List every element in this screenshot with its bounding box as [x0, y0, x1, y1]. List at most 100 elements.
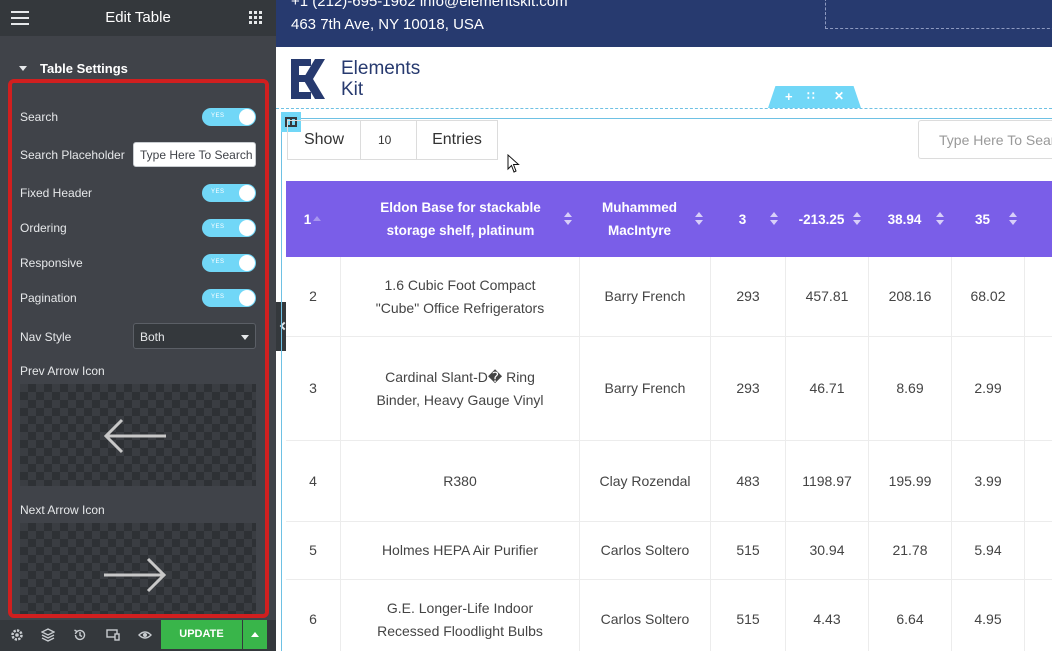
- chevron-down-icon: [241, 335, 249, 340]
- column-header[interactable]: 35: [952, 181, 1025, 257]
- table-cell: Barry French: [604, 288, 686, 304]
- sort-icon[interactable]: [936, 212, 944, 226]
- delete-section-icon[interactable]: ✕: [834, 89, 844, 103]
- table-cell: 4: [309, 472, 317, 489]
- entries-length-control: Show 10 Entries: [287, 120, 498, 160]
- column-header[interactable]: 3: [711, 181, 786, 257]
- table-cell-box: 1.6 Cubic Foot Compact "Cube" Office Ref…: [341, 257, 580, 336]
- preview-eye-icon[interactable]: [138, 628, 152, 642]
- sort-icon[interactable]: [853, 212, 861, 226]
- table-cell-box: 21.78: [869, 522, 952, 579]
- table-cell-box: G.E. Longer-Life Indoor Recessed Floodli…: [341, 580, 580, 651]
- history-icon[interactable]: [73, 628, 87, 642]
- table-cell-box: 457.81: [786, 257, 869, 336]
- table-cell-box: 4.43: [786, 580, 869, 651]
- table-cell: 3: [309, 380, 317, 396]
- table-cell: 2.99: [974, 380, 1002, 396]
- topbar-empty-column: [825, 0, 1052, 29]
- contact-address: 463 7th Ave, NY 10018, USA: [291, 16, 484, 33]
- sort-icon[interactable]: [695, 212, 703, 226]
- column-header[interactable]: 38.94: [869, 181, 952, 257]
- table-cell-box: 4: [286, 441, 341, 521]
- toggle-knob: [239, 109, 255, 125]
- panel-footer: UPDATE: [0, 620, 276, 651]
- responsive-mode-icon[interactable]: [106, 628, 120, 642]
- table-search-input[interactable]: Type Here To Search...: [918, 120, 1052, 159]
- table-cell-box: 46.71: [786, 337, 869, 440]
- fixed-header-toggle[interactable]: YES: [202, 184, 256, 202]
- column-header[interactable]: Muhammed MacIntyre: [580, 181, 711, 257]
- next-arrow-icon-label: Next Arrow Icon: [20, 503, 105, 517]
- toggle-knob: [239, 185, 255, 201]
- layers-icon[interactable]: [41, 628, 55, 642]
- table-cell-box: 483: [711, 441, 786, 521]
- prev-arrow-icon-picker[interactable]: [20, 384, 256, 486]
- responsive-label: Responsive: [20, 256, 83, 270]
- table-cell: 195.99: [888, 472, 932, 489]
- contact-phone-email: +1 (212)-695-1962 info@elementskit.com: [291, 0, 568, 10]
- table-cell: Carlos Soltero: [600, 611, 690, 627]
- column-header-text: 38.94: [887, 211, 922, 227]
- table-cell-box: 1198.97: [786, 441, 869, 521]
- search-toggle[interactable]: YES: [202, 108, 256, 126]
- responsive-toggle[interactable]: YES: [202, 254, 256, 272]
- next-arrow-icon-picker[interactable]: [20, 523, 256, 614]
- nav-style-value: Both: [140, 330, 165, 344]
- table-cell: Holmes HEPA Air Purifier: [381, 542, 539, 558]
- table-cell: 1198.97: [802, 472, 852, 489]
- column-header[interactable]: 1: [286, 181, 341, 257]
- table-settings-section-toggle[interactable]: Table Settings: [0, 60, 276, 78]
- drag-section-icon[interactable]: ∷: [807, 89, 815, 103]
- table-cell: 5: [309, 542, 317, 558]
- table-cell: 293: [736, 288, 760, 304]
- search-placeholder-input[interactable]: Type Here To Search: [133, 142, 256, 167]
- ordering-toggle[interactable]: YES: [202, 219, 256, 237]
- update-button[interactable]: UPDATE: [161, 620, 242, 649]
- entries-count-select[interactable]: 10: [361, 121, 417, 159]
- column-header[interactable]: Eldon Base for stackable storage shelf, …: [341, 181, 580, 257]
- table-cell-box: Holmes HEPA Air Purifier: [341, 522, 580, 579]
- logo-text-elements: Elements: [341, 58, 421, 79]
- table-cell: 1.6 Cubic Foot Compact "Cube" Office Ref…: [375, 276, 545, 316]
- toggle-on-text: YES: [211, 259, 225, 265]
- table-cell-box: 6: [286, 580, 341, 651]
- sort-icon[interactable]: [770, 212, 778, 226]
- column-header-text: 1: [303, 211, 312, 227]
- elementskit-logo: Elements Kit: [291, 58, 451, 100]
- toggle-knob: [239, 220, 255, 236]
- table-cell: 515: [736, 611, 760, 627]
- sort-icon[interactable]: [313, 216, 321, 222]
- prev-arrow-icon-label: Prev Arrow Icon: [20, 364, 105, 378]
- table-cell-box: Carlos Soltero: [580, 522, 711, 579]
- table-cell: 2: [309, 288, 317, 304]
- table-row: 2 1.6 Cubic Foot Compact "Cube" Office Re…: [286, 257, 1052, 337]
- table-cell-box: Cardinal Slant-D� Ring Binder, Heavy Gau…: [341, 337, 580, 440]
- table-cell: 21.78: [892, 542, 928, 558]
- table-cell: Cardinal Slant-D� Ring Binder, Heavy Gau…: [376, 368, 544, 408]
- table-cell: 6.64: [896, 611, 924, 627]
- table-cell: Carlos Soltero: [600, 542, 690, 558]
- ek-logo-mark-icon: [291, 59, 325, 99]
- table-cell-box: 293: [711, 257, 786, 336]
- table-cell: 30.94: [809, 542, 845, 558]
- table-row: 3 Cardinal Slant-D� Ring Binder, Heavy Ga…: [286, 337, 1052, 441]
- search-label: Search: [20, 110, 59, 124]
- pagination-toggle[interactable]: YES: [202, 289, 256, 307]
- table-cell-box: Barry French: [580, 337, 711, 440]
- toggle-knob: [239, 255, 255, 271]
- widgets-grid-icon[interactable]: [249, 11, 262, 24]
- column-header-text: -213.25: [798, 211, 845, 227]
- settings-gear-icon[interactable]: [10, 628, 24, 642]
- add-section-icon[interactable]: +: [785, 89, 793, 104]
- table-cell: 208.16: [888, 288, 932, 304]
- table-cell: Barry French: [604, 380, 686, 396]
- column-header[interactable]: -213.25: [786, 181, 869, 257]
- table-cell: 4.95: [974, 611, 1002, 627]
- sort-icon[interactable]: [1009, 212, 1017, 226]
- update-options-button[interactable]: [243, 620, 267, 649]
- site-topbar: +1 (212)-695-1962 info@elementskit.com 4…: [276, 0, 1052, 47]
- nav-style-select[interactable]: Both: [133, 323, 256, 349]
- table-cell-box: 30.94: [786, 522, 869, 579]
- table-cell: 68.02: [970, 288, 1006, 304]
- sort-icon[interactable]: [564, 212, 572, 226]
